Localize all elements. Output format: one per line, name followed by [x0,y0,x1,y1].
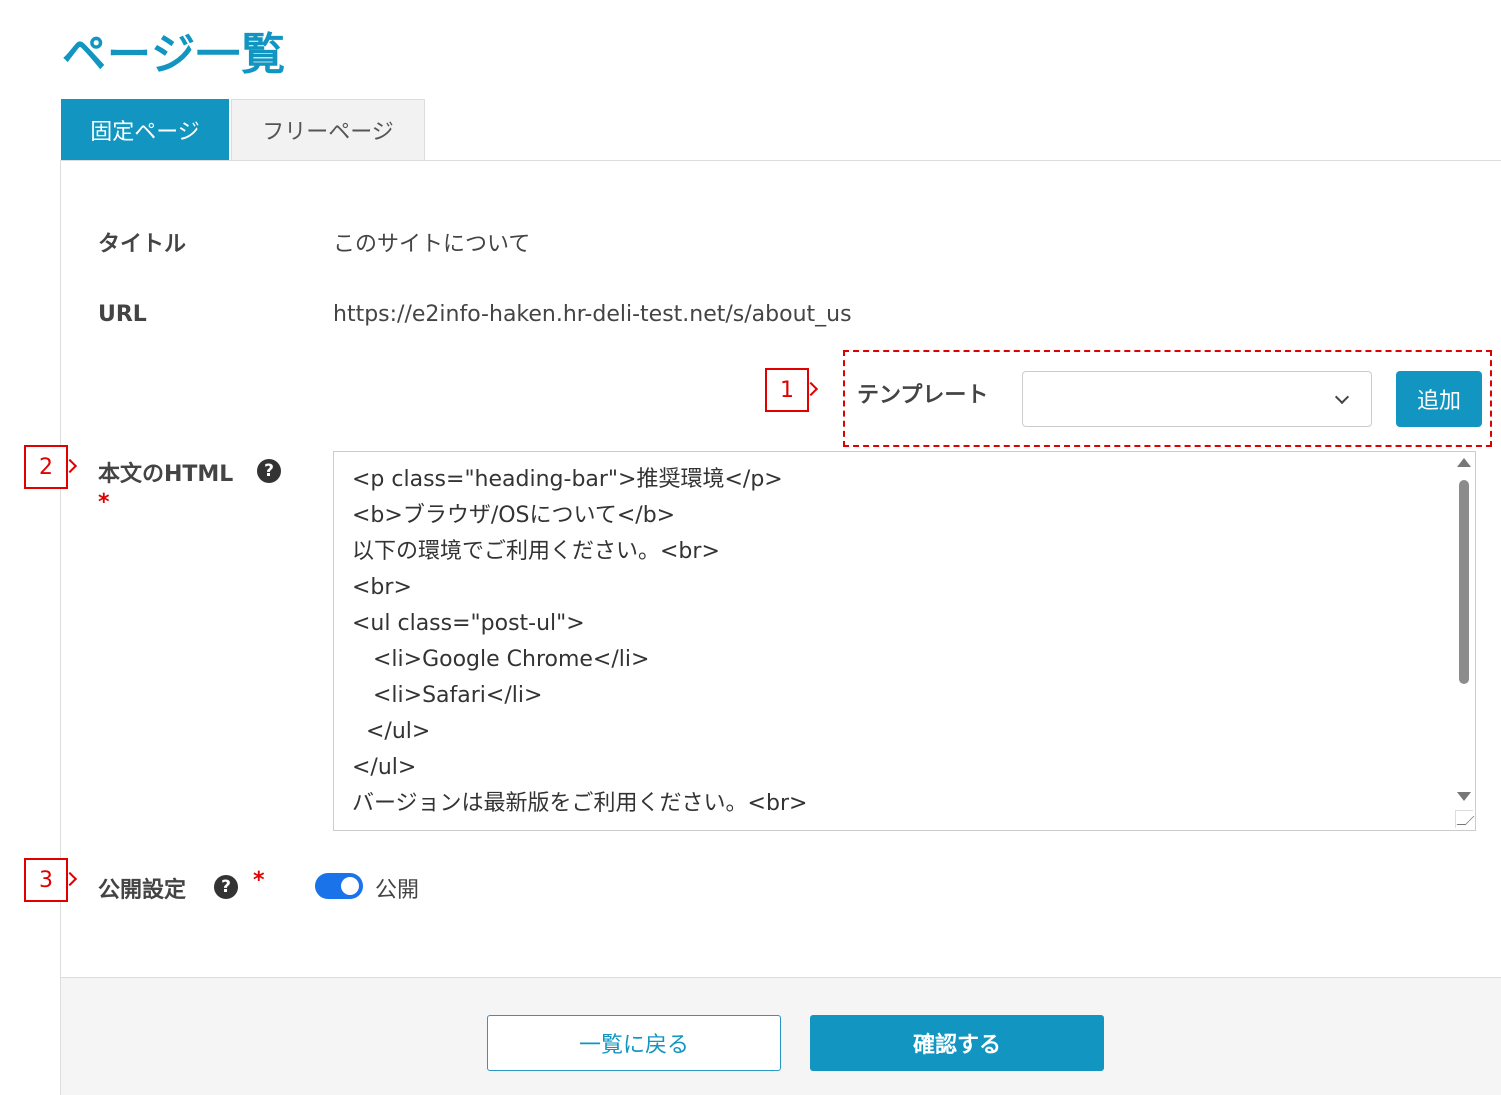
resize-handle[interactable] [1455,810,1473,828]
code-line: <b>ブラウザ/OSについて</b> [352,503,676,528]
add-template-button[interactable]: 追加 [1396,371,1482,427]
scroll-down-icon[interactable] [1457,792,1471,801]
title-label: タイトル [98,232,187,257]
template-label: テンプレート [857,383,989,408]
tab-bar: 固定ページ フリーページ [61,99,425,161]
body-html-content: <p class="heading-bar">推奨環境</p> <b>ブラウザ/O… [352,462,1442,822]
callout-3: 3 [24,858,68,902]
confirm-button[interactable]: 確認する [810,1015,1104,1071]
publish-label: 公開設定 [98,878,187,903]
template-select[interactable] [1022,371,1372,427]
callout-1: 1 [765,368,809,412]
question-circle-icon[interactable]: ? [257,459,281,483]
code-line: <li>Safari</li> [352,683,543,708]
code-line: <br> [352,575,412,600]
back-to-list-button[interactable]: 一覧に戻る [487,1015,781,1071]
tab-fixed-pages[interactable]: 固定ページ [61,99,229,160]
code-line: 以下の環境でご利用ください。<br> [352,539,720,564]
required-mark: * [98,490,110,515]
code-line: バージョンは最新版をご利用ください。<br> [352,791,808,816]
code-line: </ul> [352,755,417,780]
code-line: </ul> [352,719,431,744]
code-line: <li>Google Chrome</li> [352,647,650,672]
body-html-label: 本文のHTML [98,462,234,487]
publish-toggle[interactable] [315,873,363,899]
required-mark: * [253,868,265,893]
scroll-thumb[interactable] [1459,480,1469,684]
url-label: URL [98,302,147,327]
callout-2: 2 [24,445,68,489]
tab-free-pages[interactable]: フリーページ [231,99,425,160]
body-html-textarea[interactable]: <p class="heading-bar">推奨環境</p> <b>ブラウザ/O… [333,451,1476,831]
publish-toggle-label: 公開 [375,878,420,903]
editor-scrollbar[interactable] [1453,452,1475,808]
page-title: ページ一覧 [62,29,287,80]
chevron-down-icon [1334,389,1350,405]
toggle-knob [341,877,359,895]
code-line: <p class="heading-bar">推奨環境</p> [352,467,783,492]
question-circle-icon[interactable]: ? [214,875,238,899]
title-value: このサイトについて [333,232,531,257]
code-line: <ul class="post-ul"> [352,611,585,636]
url-value: https://e2info-haken.hr-deli-test.net/s/… [333,302,852,327]
scroll-up-icon[interactable] [1457,458,1471,467]
